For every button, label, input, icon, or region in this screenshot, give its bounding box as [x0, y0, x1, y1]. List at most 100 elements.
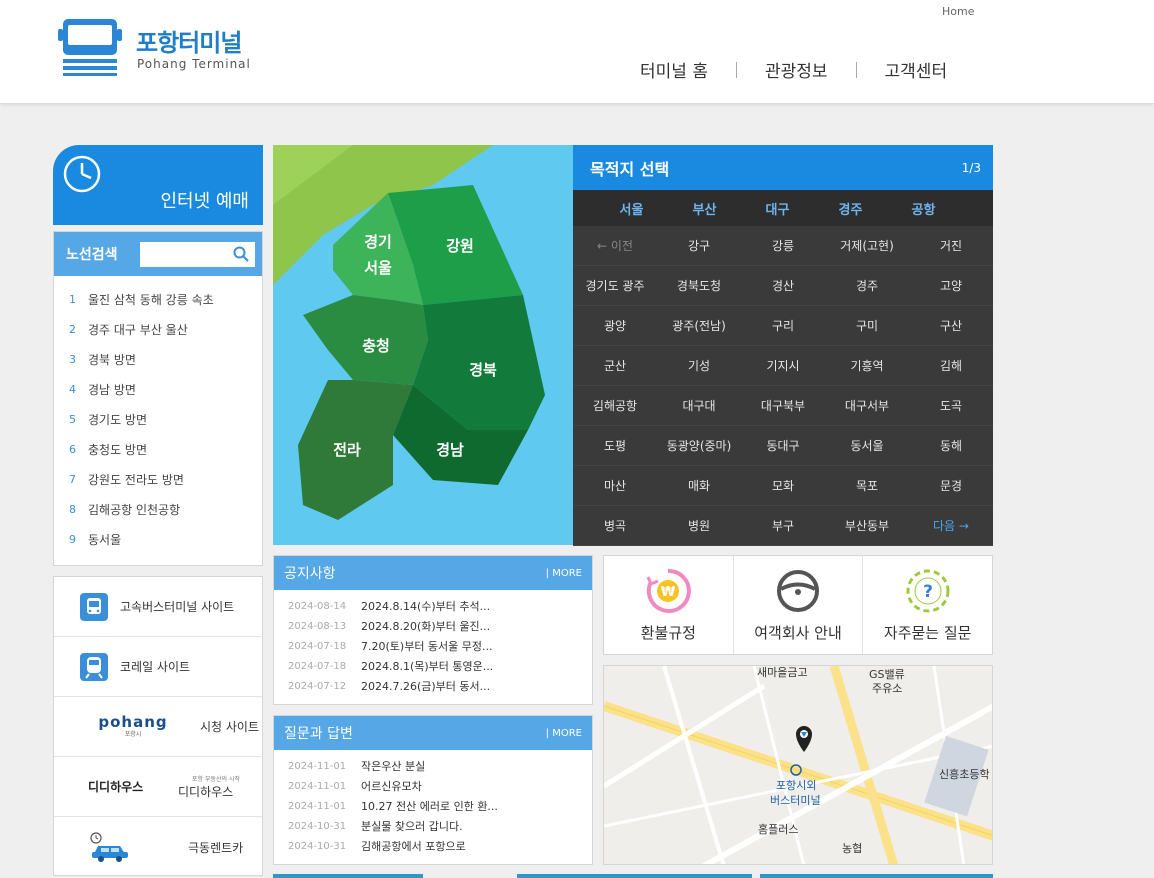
notice-date: 2024-07-12 — [288, 680, 347, 692]
tab-seoul[interactable]: 서울 — [595, 199, 668, 218]
destination-cell[interactable]: 동대구 — [741, 426, 825, 466]
qna-date: 2024-10-31 — [288, 840, 347, 852]
notice-item[interactable]: 2024-08-14 2024.8.14(수)부터 추석... — [288, 596, 592, 616]
route-item[interactable]: 2 경주 대구 부산 울산 — [54, 314, 262, 344]
destination-cell[interactable]: 마산 — [573, 466, 657, 506]
tab-busan[interactable]: 부산 — [668, 199, 741, 218]
destination-cell[interactable]: 도곡 — [909, 386, 993, 426]
destination-cell[interactable]: 거제(고현) — [825, 226, 909, 266]
qna-more-link[interactable]: | MORE — [546, 728, 582, 739]
destination-cell[interactable]: 도평 — [573, 426, 657, 466]
site-logo[interactable]: 포항터미널 Pohang Terminal — [57, 17, 257, 77]
didihouse-text-group: 포항 부동산의 시작 디디하우스 — [178, 774, 240, 800]
destination-page: 1/3 — [961, 160, 981, 175]
didihouse-logo-text: 디디하우스 — [88, 780, 144, 794]
destination-cell[interactable]: 동해 — [909, 426, 993, 466]
destination-cell[interactable]: 강구 — [657, 226, 741, 266]
destination-panel: 목적지 선택 1/3 서울 부산 대구 경주 공항 ← 이전 강구 강릉 거제(… — [573, 145, 993, 546]
destination-cell[interactable]: 거진 — [909, 226, 993, 266]
destination-cell[interactable]: 구산 — [909, 306, 993, 346]
destination-cell[interactable]: 대구대 — [657, 386, 741, 426]
destination-cell[interactable]: 동서울 — [825, 426, 909, 466]
search-icon[interactable] — [233, 246, 249, 262]
destination-cell[interactable]: 기흥역 — [825, 346, 909, 386]
qna-text: 분실물 찾으러 갑니다. — [361, 820, 463, 833]
notice-text: 2024.7.26(금)부터 동서... — [361, 680, 491, 693]
destination-cell[interactable]: 경북도청 — [657, 266, 741, 306]
qna-list: 2024-11-01 작은우산 분실 2024-11-01 어르신유모차 2024-… — [274, 750, 592, 856]
destination-cell[interactable]: 강릉 — [741, 226, 825, 266]
destination-cell[interactable]: 군산 — [573, 346, 657, 386]
route-item[interactable]: 1 울진 삼척 동해 강릉 속초 — [54, 284, 262, 314]
main-nav: 터미널 홈 관광정보 고객센터 — [640, 57, 947, 82]
destination-cell[interactable]: 병곡 — [573, 506, 657, 546]
didihouse-site-link[interactable]: 디디하우스 포항 부동산의 시작 디디하우스 — [54, 757, 262, 817]
question-icon: ? — [906, 569, 950, 613]
prev-button[interactable]: ← 이전 — [573, 226, 657, 266]
destination-cell[interactable]: 문경 — [909, 466, 993, 506]
notice-more-link[interactable]: | MORE — [546, 568, 582, 579]
destination-cell[interactable]: 기성 — [657, 346, 741, 386]
nav-customer-center[interactable]: 고객센터 — [885, 57, 948, 82]
destination-cell[interactable]: 목포 — [825, 466, 909, 506]
faq-button[interactable]: ? 자주묻는 질문 — [863, 556, 992, 654]
destination-cell[interactable]: 김해 — [909, 346, 993, 386]
next-button[interactable]: 다음 → — [909, 506, 993, 546]
notice-item[interactable]: 2024-07-18 2024.8.1(목)부터 통영운... — [288, 656, 592, 676]
destination-cell[interactable]: 광양 — [573, 306, 657, 346]
tab-gyeongju[interactable]: 경주 — [814, 199, 887, 218]
notice-item[interactable]: 2024-07-12 2024.7.26(금)부터 동서... — [288, 676, 592, 696]
destination-cell[interactable]: 기지시 — [741, 346, 825, 386]
destination-cell[interactable]: 김해공항 — [573, 386, 657, 426]
route-item[interactable]: 4 경남 방면 — [54, 374, 262, 404]
internet-reservation-button[interactable]: 인터넷 예매 — [53, 145, 263, 229]
qna-item[interactable]: 2024-10-31 김해공항에서 포항으로 — [288, 836, 592, 856]
destination-cell[interactable]: 모화 — [741, 466, 825, 506]
region-label-gyeongnam: 경남 — [436, 441, 464, 459]
bus-company-info-button[interactable]: 여객회사 안내 — [734, 556, 864, 654]
destination-cell[interactable]: 경산 — [741, 266, 825, 306]
destination-cell[interactable]: 고양 — [909, 266, 993, 306]
route-item[interactable]: 8 김해공항 인천공항 — [54, 494, 262, 524]
destination-cell[interactable]: 경기도 광주 — [573, 266, 657, 306]
reservation-label: 인터넷 예매 — [160, 191, 249, 212]
tab-daegu[interactable]: 대구 — [741, 199, 814, 218]
korail-site-link[interactable]: 코레일 사이트 — [54, 637, 262, 697]
qna-item[interactable]: 2024-11-01 작은우산 분실 — [288, 756, 592, 776]
route-item[interactable]: 7 강원도 전라도 방면 — [54, 464, 262, 494]
destination-cell[interactable]: 광주(전남) — [657, 306, 741, 346]
nav-terminal-home[interactable]: 터미널 홈 — [640, 57, 708, 82]
destination-cell[interactable]: 경주 — [825, 266, 909, 306]
home-link[interactable]: Home — [942, 5, 974, 18]
destination-cell[interactable]: 부산동부 — [825, 506, 909, 546]
notice-item[interactable]: 2024-08-13 2024.8.20(화)부터 울진... — [288, 616, 592, 636]
route-item[interactable]: 3 경북 방면 — [54, 344, 262, 374]
destination-cell[interactable]: 동광양(중마) — [657, 426, 741, 466]
route-label: 강원도 전라도 방면 — [88, 472, 184, 487]
destination-cell[interactable]: 병원 — [657, 506, 741, 546]
city-hall-site-link[interactable]: pohang 포항시 시청 사이트 — [54, 697, 262, 757]
destination-cell[interactable]: 대구서부 — [825, 386, 909, 426]
destination-cell[interactable]: 부구 — [741, 506, 825, 546]
destination-cell[interactable]: 대구북부 — [741, 386, 825, 426]
destination-cell[interactable]: 구리 — [741, 306, 825, 346]
destination-cell[interactable]: 구미 — [825, 306, 909, 346]
qna-item[interactable]: 2024-11-01 어르신유모차 — [288, 776, 592, 796]
route-item[interactable]: 6 충청도 방면 — [54, 434, 262, 464]
qna-item[interactable]: 2024-10-31 분실물 찾으러 갑니다. — [288, 816, 592, 836]
qna-item[interactable]: 2024-11-01 10.27 전산 에러로 인한 환... — [288, 796, 592, 816]
route-search-input[interactable] — [140, 242, 228, 266]
destination-cell[interactable]: 매화 — [657, 466, 741, 506]
route-item[interactable]: 5 경기도 방면 — [54, 404, 262, 434]
related-sites-panel: 고속버스터미널 사이트 코레일 사이트 pohang 포항시 시청 사이트 디디… — [53, 576, 263, 876]
route-item[interactable]: 9 동서울 — [54, 524, 262, 554]
rentcar-site-link[interactable]: 극동렌트카 — [54, 817, 262, 877]
notice-item[interactable]: 2024-07-18 7.20(토)부터 동서울 무정... — [288, 636, 592, 656]
tab-airport[interactable]: 공항 — [887, 199, 960, 218]
korea-map-graphic: 경기 서울 강원 충청 경북 전라 경남 — [273, 145, 545, 520]
notice-date: 2024-08-14 — [288, 600, 347, 612]
nav-tour-info[interactable]: 관광정보 — [765, 57, 828, 82]
location-map[interactable]: 새마을금고 GS밸류 주유소 신흥초등학 포항시외 버스터미널 홈플러스 농협 — [603, 665, 993, 865]
express-bus-site-link[interactable]: 고속버스터미널 사이트 — [54, 577, 262, 637]
refund-policy-button[interactable]: ₩ 환불규정 — [604, 556, 734, 654]
